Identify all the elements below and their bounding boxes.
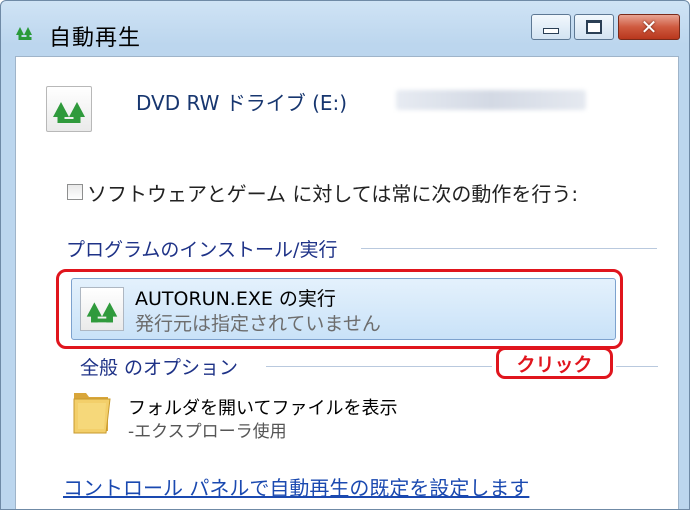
open-folder-option-subtitle: -エクスプローラ使用 [128,422,287,442]
always-do-label[interactable]: ソフトウェアとゲーム に対しては常に次の動作を行う: [87,178,578,207]
click-annotation-label: クリック [496,347,613,379]
autoplay-window: 自動再生 ✕ DVD RW ドライブ (E:) ソフトウェアとゲーム に対しては… [0,0,690,510]
window-title: 自動再生 [49,26,142,51]
autoplay-drive-icon [46,86,92,132]
minimize-icon [543,28,559,34]
control-panel-link[interactable]: コントロール パネルで自動再生の既定を設定します [63,472,529,501]
section-general-divider [266,366,492,367]
section-general-divider-end [616,366,658,367]
close-button[interactable]: ✕ [618,14,680,40]
annotation-highlight-box [56,269,623,349]
close-icon: ✕ [640,15,658,39]
drive-label: DVD RW ドライブ (E:) [136,91,348,115]
maximize-icon [586,20,602,34]
section-install-heading: プログラムのインストール/実行 [66,239,338,261]
autoplay-app-icon [16,27,32,40]
section-install-divider [361,248,657,249]
minimize-button[interactable] [531,14,571,40]
title-bar[interactable]: 自動再生 ✕ [1,1,689,53]
dialog-content: DVD RW ドライブ (E:) ソフトウェアとゲーム に対しては常に次の動作を… [15,56,679,509]
maximize-button[interactable] [574,14,614,40]
section-general-heading: 全般 のオプション [80,357,239,379]
always-do-checkbox[interactable] [67,184,83,200]
blurred-volume-name [396,90,586,110]
folder-icon [73,393,111,434]
